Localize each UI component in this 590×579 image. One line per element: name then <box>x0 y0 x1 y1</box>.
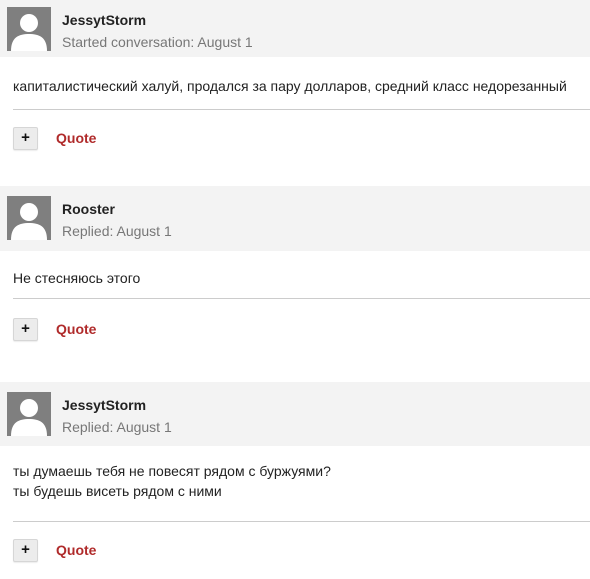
post-meta: Started conversation: August 1 <box>62 34 253 50</box>
post-author[interactable]: Rooster <box>62 201 115 217</box>
post-header: JessytStorm Replied: August 1 <box>0 382 590 446</box>
post-text-line: капиталистический халуй, продался за пар… <box>13 78 567 94</box>
post-text-line: ты будешь висеть рядом с ними <box>13 483 222 499</box>
post-3: JessytStorm Replied: August 1 ты думаешь… <box>0 382 590 575</box>
post-header: JessytStorm Started conversation: August… <box>0 0 590 57</box>
conversation-thread: JessytStorm Started conversation: August… <box>0 0 590 575</box>
post-header: Rooster Replied: August 1 <box>0 186 590 251</box>
post-2: Rooster Replied: August 1 Не стесняюсь э… <box>0 186 590 366</box>
post-actions: + Quote <box>0 522 590 577</box>
plus-button[interactable]: + <box>13 127 38 150</box>
quote-button[interactable]: Quote <box>56 321 96 337</box>
post-text-line: ты думаешь тебя не повесят рядом с буржу… <box>13 463 331 479</box>
user-avatar-icon[interactable] <box>7 7 51 51</box>
quote-button[interactable]: Quote <box>56 130 96 146</box>
post-meta: Replied: August 1 <box>62 223 172 239</box>
post-author[interactable]: JessytStorm <box>62 12 146 28</box>
post-meta: Replied: August 1 <box>62 419 172 435</box>
post-body: капиталистический халуй, продался за пар… <box>0 57 590 109</box>
post-text-line: Не стесняюсь этого <box>13 270 141 286</box>
post-body: Не стесняюсь этого <box>0 251 590 298</box>
post-actions: + Quote <box>0 299 590 354</box>
user-avatar-icon[interactable] <box>7 392 51 436</box>
post-spacer <box>0 366 590 382</box>
post-author[interactable]: JessytStorm <box>62 397 146 413</box>
plus-button[interactable]: + <box>13 318 38 341</box>
post-actions: + Quote <box>0 110 590 165</box>
post-1: JessytStorm Started conversation: August… <box>0 0 590 161</box>
quote-button[interactable]: Quote <box>56 542 96 558</box>
post-body: ты думаешь тебя не повесят рядом с буржу… <box>0 446 590 521</box>
user-avatar-icon[interactable] <box>7 196 51 240</box>
plus-button[interactable]: + <box>13 539 38 562</box>
